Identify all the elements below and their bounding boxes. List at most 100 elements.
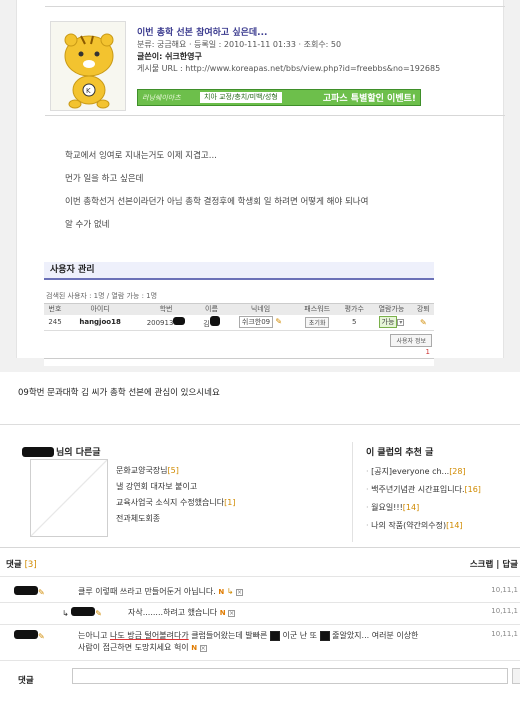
- user-admin-panel: 사용자 관리 검색된 사용자 : 1명 / 열람 가능 : 1명 번호 아이디 …: [44, 262, 434, 366]
- edit-icon[interactable]: ✎: [275, 317, 282, 326]
- notice-text: 09학번 문과대학 김 씨가 총학 선본에 관심이 있으시네요: [18, 388, 220, 398]
- list-item[interactable]: 백주년기념관 시간표입니다.[16]: [366, 484, 516, 502]
- col-header: 평가수: [338, 303, 371, 315]
- author-avatar: K: [50, 21, 126, 111]
- comment-text: 자삭........하려고 했습니다 N ×: [128, 608, 236, 617]
- table-row: 245 hangjoo18 200913 김 쉬크한09 ✎ 초기화 5 가능 ▾…: [44, 314, 434, 331]
- col-header: 번호: [44, 303, 66, 315]
- user-rating: 5: [338, 314, 371, 331]
- other-posts-title: 님의 다른글: [22, 445, 342, 458]
- scrap-button[interactable]: 스크랩: [470, 560, 493, 570]
- post-title[interactable]: 이번 총학 선본 참여하고 싶은데...: [137, 27, 497, 39]
- page-number[interactable]: 1: [426, 348, 430, 356]
- admin-footer-line: [44, 358, 434, 359]
- password-reset-button[interactable]: 초기화: [304, 316, 330, 328]
- list-item[interactable]: 교육사업국 소식지 수정했습니다[1]: [116, 497, 336, 513]
- comments-count: [3]: [24, 560, 37, 570]
- col-header: 닉네임: [224, 303, 296, 315]
- banner-services: 치아 교정/충치/미백/성형: [200, 92, 282, 103]
- comment-input-label: 댓글: [18, 676, 34, 686]
- user-student-no: 200913: [134, 314, 198, 331]
- user-name: 김: [197, 314, 225, 331]
- other-posts-list: 문화교양국장님[5] 낼 강연회 대자보 붙이고 교육사업국 소식지 수정했습니…: [116, 465, 336, 529]
- redaction-mark: [269, 630, 280, 641]
- post-body: 학교에서 잉여로 지내는거도 이제 지겹고... 먼가 일을 하고 싶은데 이번…: [65, 150, 485, 242]
- col-header: 열람가능: [370, 303, 413, 315]
- user-table-header: 번호 아이디 학번 이름 닉네임 패스워드 평가수 열람가능 강퇴: [44, 303, 434, 315]
- post-body-line: 이번 총학선거 선본이라던가 아님 총학 결정후에 학생회 일 하려면 어떻게 …: [65, 197, 369, 207]
- comments-capture: 09학번 문과대학 김 씨가 총학 선본에 관심이 있으시네요 님의 다른글 문…: [0, 372, 520, 702]
- comment-author[interactable]: ✎: [14, 586, 45, 597]
- recommend-title: 이 클럽의 추천 글: [366, 448, 434, 458]
- image-placeholder: [30, 459, 108, 537]
- chevron-down-icon[interactable]: ▾: [397, 319, 405, 327]
- comment-input[interactable]: [72, 668, 508, 684]
- redaction-mark: [22, 446, 54, 457]
- user-kick: ✎: [412, 314, 434, 331]
- comment-author[interactable]: ✎: [14, 630, 45, 641]
- list-item[interactable]: 월요일!!![14]: [366, 502, 516, 520]
- svg-text:K: K: [86, 87, 91, 95]
- close-icon[interactable]: ×: [199, 645, 207, 652]
- post-body-line: 먼가 일을 하고 싶은데: [65, 174, 144, 184]
- banner-brand: 러닝쉐이아츠: [142, 93, 181, 102]
- divider: [0, 660, 520, 661]
- comment-author[interactable]: ↳ ✎: [62, 607, 102, 618]
- comment-text: 는아니고 나도 방금 털어볼려다가 클럽들어왔는데 발빠른 이군 난 또 줄알았…: [78, 630, 419, 652]
- divider: [0, 547, 520, 548]
- comments-actions: 스크랩 | 답글: [469, 560, 518, 570]
- post-author[interactable]: 글쓴이: 쉬크한영구: [137, 51, 497, 63]
- redaction-mark: [209, 315, 220, 326]
- banner-event: 고파스 특별할인 이벤트!: [322, 94, 416, 104]
- new-badge-icon: N: [191, 644, 198, 652]
- list-item[interactable]: 문화교양국장님[5]: [116, 465, 336, 481]
- post-body-line: 학교에서 잉여로 지내는거도 이제 지겹고...: [65, 151, 217, 161]
- other-posts-panel: 님의 다른글 문화교양국장님[5] 낼 강연회 대자보 붙이고 교육사업국 소식…: [22, 445, 342, 537]
- redaction-mark: [173, 317, 186, 326]
- user-table: 번호 아이디 학번 이름 닉네임 패스워드 평가수 열람가능 강퇴 245 ha…: [44, 303, 434, 331]
- access-select[interactable]: 가능: [378, 316, 398, 329]
- user-search-info: 검색된 사용자 : 1명 / 열람 가능 : 1명: [46, 292, 158, 300]
- divider: [0, 624, 520, 625]
- reply-icon[interactable]: ↳: [227, 587, 234, 596]
- col-header: 패스워드: [296, 303, 339, 315]
- comment-text: 클루 이렇때 쓰라고 만들어둔거 아닙니다. N ↳ ×: [78, 587, 244, 596]
- post-meta-line: 분류: 궁금해요 · 등록일 : 2010-11-11 01:33 · 조회수:…: [137, 40, 342, 49]
- tiger-mascot-icon: K: [64, 33, 114, 109]
- post-header: K 이번 총학 선본 참여하고 싶은데... 분류: 궁금해요 · 등록일 : …: [45, 6, 505, 116]
- ad-banner[interactable]: 러닝쉐이아츠 치아 교정/충치/미백/성형 고파스 특별할인 이벤트!: [137, 89, 421, 106]
- user-admin-title: 사용자 관리: [44, 262, 434, 280]
- user-id: hangjoo18: [66, 314, 135, 331]
- user-access: 가능 ▾: [370, 314, 413, 331]
- divider: [0, 602, 520, 603]
- comment-time: 10,11,1: [491, 607, 518, 615]
- user-no: 245: [44, 314, 66, 331]
- close-icon[interactable]: ×: [228, 610, 236, 617]
- post-meta: 이번 총학 선본 참여하고 싶은데... 분류: 궁금해요 · 등록일 : 20…: [137, 27, 497, 75]
- comment-time: 10,11,1: [491, 630, 518, 638]
- post-body-line: 알 수가 없네: [65, 220, 110, 230]
- col-header: 강퇴: [412, 303, 434, 315]
- divider: [0, 424, 520, 425]
- comment-time: 10,11,1: [491, 586, 518, 594]
- list-item[interactable]: 전과체도회종: [116, 513, 336, 529]
- comment-submit-button[interactable]: [512, 668, 520, 684]
- close-icon[interactable]: ×: [236, 589, 244, 596]
- post-capture: K 이번 총학 선본 참여하고 싶은데... 분류: 궁금해요 · 등록일 : …: [0, 0, 520, 372]
- new-badge-icon: N: [218, 588, 225, 596]
- divider: [0, 576, 520, 577]
- list-item[interactable]: 나의 작품(약간의수정)[14]: [366, 520, 516, 538]
- redaction-mark: [319, 630, 330, 641]
- list-item[interactable]: 낼 강연회 대자보 붙이고: [116, 481, 336, 497]
- post-url[interactable]: 게시물 URL : http://www.koreapas.net/bbs/vi…: [137, 63, 497, 75]
- user-password: 초기화: [296, 314, 339, 331]
- col-header: 아이디: [66, 303, 135, 315]
- kick-icon[interactable]: ✎: [420, 318, 427, 327]
- user-info-button[interactable]: 사용자 정보: [390, 334, 432, 347]
- comments-header: 댓글 [3] 스크랩 | 답글: [6, 558, 520, 572]
- new-badge-icon: N: [219, 609, 226, 617]
- reply-button[interactable]: 답글: [502, 560, 518, 570]
- divider: [352, 442, 353, 542]
- list-item[interactable]: [공지]everyone ch...[28]: [366, 466, 516, 484]
- recommend-list: [공지]everyone ch...[28] 백주년기념관 시간표입니다.[16…: [366, 466, 516, 538]
